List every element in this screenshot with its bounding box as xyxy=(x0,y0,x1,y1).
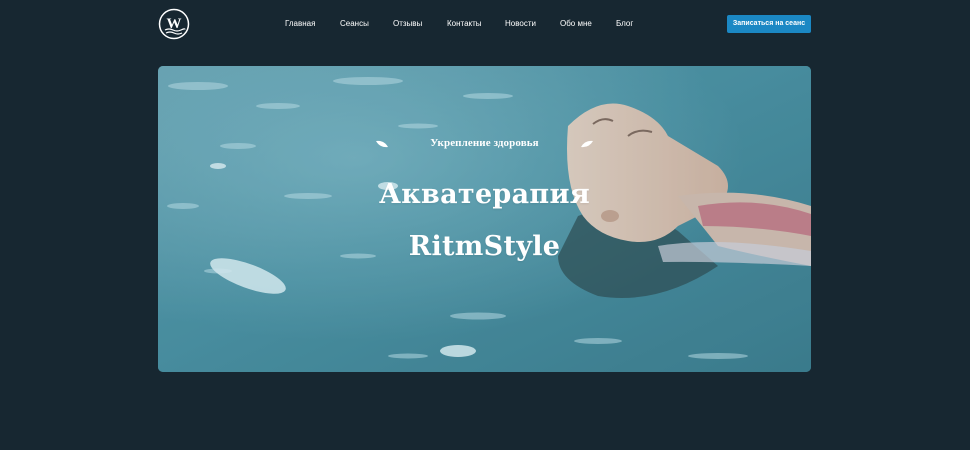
nav-item-reviews[interactable]: Отзывы xyxy=(393,17,422,31)
hero-subtitle: RitmStyle xyxy=(408,231,561,262)
hero-eyebrow: Укрепление здоровья xyxy=(430,137,539,149)
hero-title: Акватерапия xyxy=(378,179,591,210)
hero-overlay xyxy=(158,66,811,372)
nav-item-contacts[interactable]: Контакты xyxy=(447,17,482,31)
site-header: W Главная Сеансы Отзывы Контакты Новости… xyxy=(0,0,970,50)
nav-item-sessions[interactable]: Сеансы xyxy=(340,17,369,31)
nav-item-home[interactable]: Главная xyxy=(285,17,315,31)
nav-item-blog[interactable]: Блог xyxy=(616,17,633,31)
nav-item-about[interactable]: Обо мне xyxy=(560,17,592,31)
nav-item-news[interactable]: Новости xyxy=(505,17,536,31)
hero-banner: Укрепление здоровья Акватерапия RitmStyl… xyxy=(158,66,811,372)
logo-icon[interactable]: W xyxy=(158,8,190,40)
book-session-button[interactable]: Записаться на сеанс xyxy=(727,15,811,33)
